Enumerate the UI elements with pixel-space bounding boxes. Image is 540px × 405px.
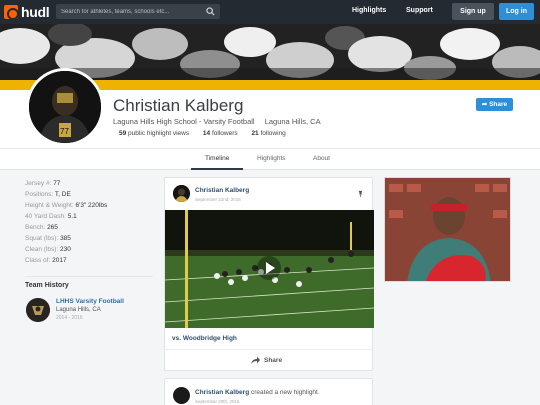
share-arrow-icon (251, 356, 260, 364)
highlight-card: Christian Kalberg September 22nd, 2016 v… (164, 177, 374, 371)
hudl-logo-icon (4, 5, 19, 20)
card-author-name[interactable]: Christian Kalberg (195, 187, 249, 194)
svg-text:77: 77 (60, 127, 69, 136)
top-nav: hudl Highlights Support Sign up Log in (0, 0, 540, 24)
profile-tabs: Timeline Highlights About (0, 148, 540, 170)
card2-date: September 20th, 2016 (195, 399, 240, 404)
detail-squat: Squat (lbs): 385 (25, 235, 71, 242)
profile-school[interactable]: Laguna Hills High School - Varsity Footb… (113, 117, 255, 126)
profile-name: Christian Kalberg (113, 96, 244, 115)
team-logo[interactable] (26, 298, 50, 322)
play-icon[interactable] (257, 256, 281, 280)
profile-meta: Laguna Hills High School - Varsity Footb… (113, 117, 329, 126)
advertisement-image[interactable] (384, 177, 511, 282)
detail-clean: Clean (lbs): 230 (25, 246, 71, 253)
signup-button[interactable]: Sign up (452, 3, 494, 20)
login-button[interactable]: Log in (499, 3, 534, 20)
detail-positions: Positions: T, DE (25, 191, 71, 198)
nav-link-highlights[interactable]: Highlights (352, 7, 386, 14)
team-years: 2014 - 2016 (56, 315, 83, 321)
tab-timeline[interactable]: Timeline (205, 155, 229, 162)
card-divider (165, 349, 372, 350)
card-share-button[interactable]: Share (251, 356, 282, 364)
share-label: Share (489, 101, 508, 108)
active-tab-indicator (191, 168, 243, 170)
card2-action: created a new highlight. (251, 389, 320, 396)
team-location: Laguna Hills, CA (56, 307, 101, 313)
detail-jersey: Jersey #: 77 (25, 180, 61, 187)
detail-class: Class of: 2017 (25, 257, 67, 264)
logo-text: hudl (21, 4, 50, 20)
detail-40-yard: 40 Yard Dash: 5.1 (25, 213, 77, 220)
highlight-video[interactable] (165, 210, 374, 328)
activity-card: Christian Kalberg created a new highligh… (164, 378, 373, 405)
team-name-link[interactable]: LHHS Varsity Football (56, 298, 124, 305)
profile-stats: 59 public highlight views 14 followers 2… (119, 130, 298, 137)
card-date: September 22nd, 2016 (195, 197, 241, 202)
pin-icon (358, 190, 363, 197)
profile-location: Laguna Hills, CA (264, 117, 321, 126)
card-author-avatar[interactable] (173, 185, 190, 202)
card2-author-avatar[interactable] (173, 387, 190, 404)
search-icon[interactable] (206, 7, 215, 16)
detail-height-weight: Height & Weight: 6'3" 220lbs (25, 202, 108, 209)
detail-bench: Bench: 265 (25, 224, 58, 231)
team-history-heading: Team History (25, 282, 69, 289)
card2-text: Christian Kalberg created a new highligh… (195, 389, 320, 396)
tab-about[interactable]: About (313, 155, 330, 162)
card-share-label: Share (264, 356, 283, 364)
share-icon: ➦ (481, 101, 488, 108)
search-input[interactable] (61, 6, 201, 17)
profile-share-button[interactable]: ➦ Share (476, 98, 513, 111)
search-box (56, 4, 220, 19)
hudl-logo[interactable]: hudl (4, 4, 50, 20)
profile-avatar: 77 (26, 68, 104, 146)
tab-highlights[interactable]: Highlights (257, 155, 286, 162)
stat-following[interactable]: 21 following (251, 130, 285, 137)
stat-views: 59 public highlight views (119, 130, 190, 137)
sidebar-divider (25, 276, 153, 277)
highlight-title[interactable]: vs. Woodbridge High (172, 335, 237, 342)
athlete-details: Jersey #: 77 Positions: T, DE Height & W… (25, 178, 107, 266)
card2-author-name[interactable]: Christian Kalberg (195, 389, 249, 396)
nav-link-support[interactable]: Support (406, 7, 433, 14)
stat-followers[interactable]: 14 followers (203, 130, 238, 137)
